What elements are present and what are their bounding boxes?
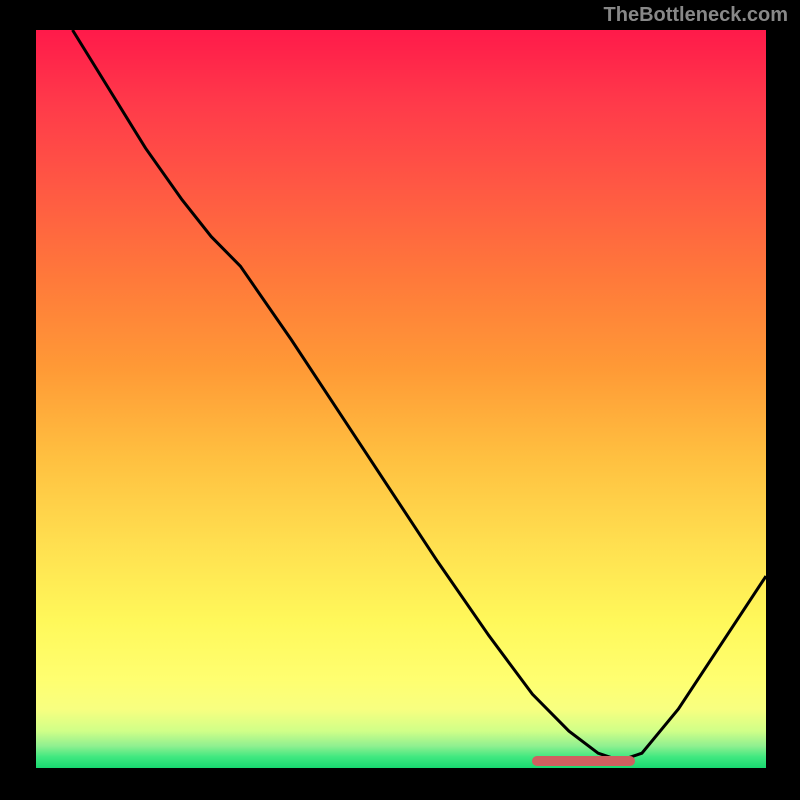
- line-curve: [36, 30, 766, 768]
- plot-area: [36, 30, 766, 768]
- chart-container: TheBottleneck.com: [0, 0, 800, 800]
- optimal-range-marker: [532, 756, 634, 766]
- attribution-label: TheBottleneck.com: [604, 4, 788, 27]
